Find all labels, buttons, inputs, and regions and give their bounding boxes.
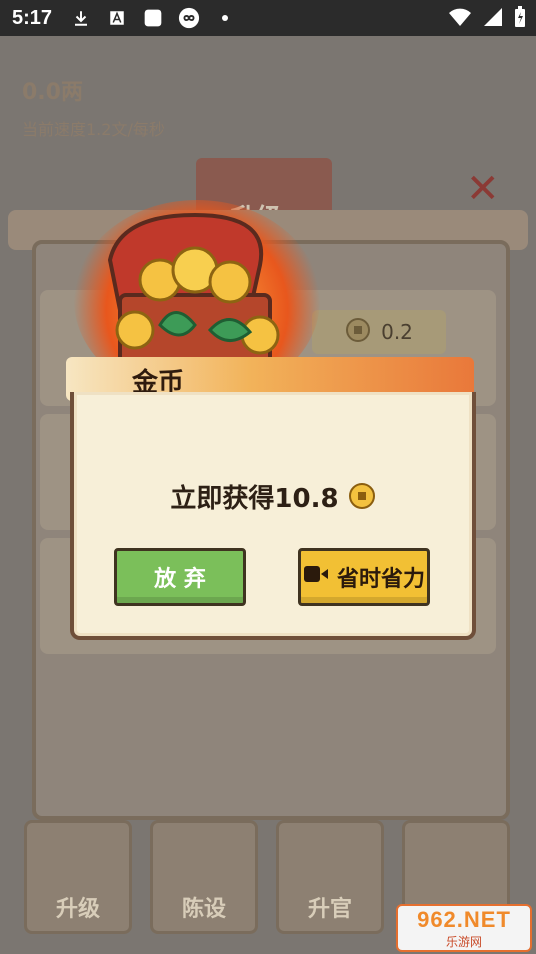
dot-icon [214, 7, 236, 29]
tab-promote[interactable]: 升官 [276, 820, 384, 934]
close-icon[interactable]: ✕ [466, 166, 500, 212]
row-value: 0.2 [312, 310, 446, 354]
treasure-chest-icon [100, 210, 290, 370]
watch-video-button[interactable]: 省时省力 [298, 548, 430, 606]
video-icon [303, 564, 329, 590]
watch-label: 省时省力 [336, 567, 425, 592]
coin-icon [348, 482, 376, 517]
speed-display: 当前速度1.2文/每秒 [22, 120, 165, 139]
tab-upgrade[interactable]: 升级 [24, 820, 132, 934]
reward-message: 立即获得10.8 [74, 478, 472, 517]
status-time: 5:17 [12, 6, 53, 29]
signal-icon [482, 7, 504, 31]
tab-decor[interactable]: 陈设 [150, 820, 258, 934]
app-square-icon [142, 7, 164, 29]
infinity-icon [178, 7, 200, 29]
status-bar: 5:17 [0, 0, 536, 36]
currency-display: 0.0两 [22, 80, 83, 105]
coin-icon [345, 317, 371, 348]
font-icon [106, 7, 128, 29]
give-up-label: 放 弃 [154, 567, 206, 592]
download-icon [70, 7, 92, 29]
give-up-button[interactable]: 放 弃 [114, 548, 246, 606]
site-watermark: 962.NET 乐游网 [396, 904, 532, 952]
wifi-icon [448, 7, 472, 31]
battery-icon [514, 6, 526, 32]
